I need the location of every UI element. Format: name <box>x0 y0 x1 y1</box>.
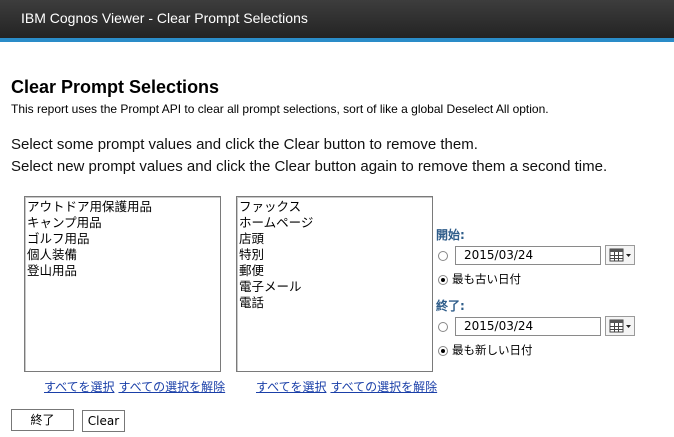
list2-links: すべてを選択 すべての選択を解除 <box>256 378 441 395</box>
list-item[interactable]: ファックス <box>239 199 430 215</box>
deselect-all-link[interactable]: すべての選択を解除 <box>118 380 225 394</box>
start-date-label: 開始: <box>436 228 465 242</box>
start-calendar-button[interactable] <box>605 245 635 265</box>
end-newest-radio[interactable] <box>438 346 448 356</box>
window-title: IBM Cognos Viewer - Clear Prompt Selecti… <box>21 10 308 26</box>
end-date-radio[interactable] <box>438 322 448 332</box>
list-item[interactable]: ゴルフ用品 <box>27 231 218 247</box>
start-date-radio[interactable] <box>438 251 448 261</box>
list-item[interactable]: キャンプ用品 <box>27 215 218 231</box>
end-date-label: 終了: <box>436 299 465 313</box>
select-all-link[interactable]: すべてを選択 <box>256 380 326 394</box>
calendar-icon <box>609 248 631 262</box>
list-item[interactable]: 登山用品 <box>27 263 218 279</box>
list-item[interactable]: 電話 <box>239 295 430 311</box>
report-title: Clear Prompt Selections <box>11 77 220 97</box>
list-item[interactable]: 特別 <box>239 247 430 263</box>
window-titlebar: IBM Cognos Viewer - Clear Prompt Selecti… <box>0 0 674 42</box>
product-line-listbox[interactable]: アウトドア用保護用品 キャンプ用品 ゴルフ用品 個人装備 登山用品 <box>24 196 221 372</box>
finish-button[interactable]: 終了 <box>11 409 74 431</box>
clear-button[interactable]: Clear <box>82 410 125 432</box>
end-newest-label: 最も新しい日付 <box>452 343 533 357</box>
list-item[interactable]: 郵便 <box>239 263 430 279</box>
start-oldest-label: 最も古い日付 <box>452 272 521 286</box>
start-oldest-radio[interactable] <box>438 275 448 285</box>
list1-links: すべてを選択 すべての選択を解除 <box>44 378 229 395</box>
calendar-icon <box>609 319 631 333</box>
list-item[interactable]: ホームページ <box>239 215 430 231</box>
list-item[interactable]: アウトドア用保護用品 <box>27 199 218 215</box>
list-item[interactable]: 電子メール <box>239 279 430 295</box>
instruction-line-1: Select some prompt values and click the … <box>11 136 478 153</box>
select-all-link[interactable]: すべてを選択 <box>44 380 114 394</box>
instruction-line-2: Select new prompt values and click the C… <box>11 158 608 175</box>
end-date-input[interactable]: 2015/03/24 <box>455 317 601 336</box>
list-item[interactable]: 個人装備 <box>27 247 218 263</box>
deselect-all-link[interactable]: すべての選択を解除 <box>330 380 437 394</box>
end-calendar-button[interactable] <box>605 316 635 336</box>
order-method-listbox[interactable]: ファックス ホームページ 店頭 特別 郵便 電子メール 電話 <box>236 196 433 372</box>
start-date-input[interactable]: 2015/03/24 <box>455 246 601 265</box>
report-description: This report uses the Prompt API to clear… <box>11 102 549 116</box>
list-item[interactable]: 店頭 <box>239 231 430 247</box>
